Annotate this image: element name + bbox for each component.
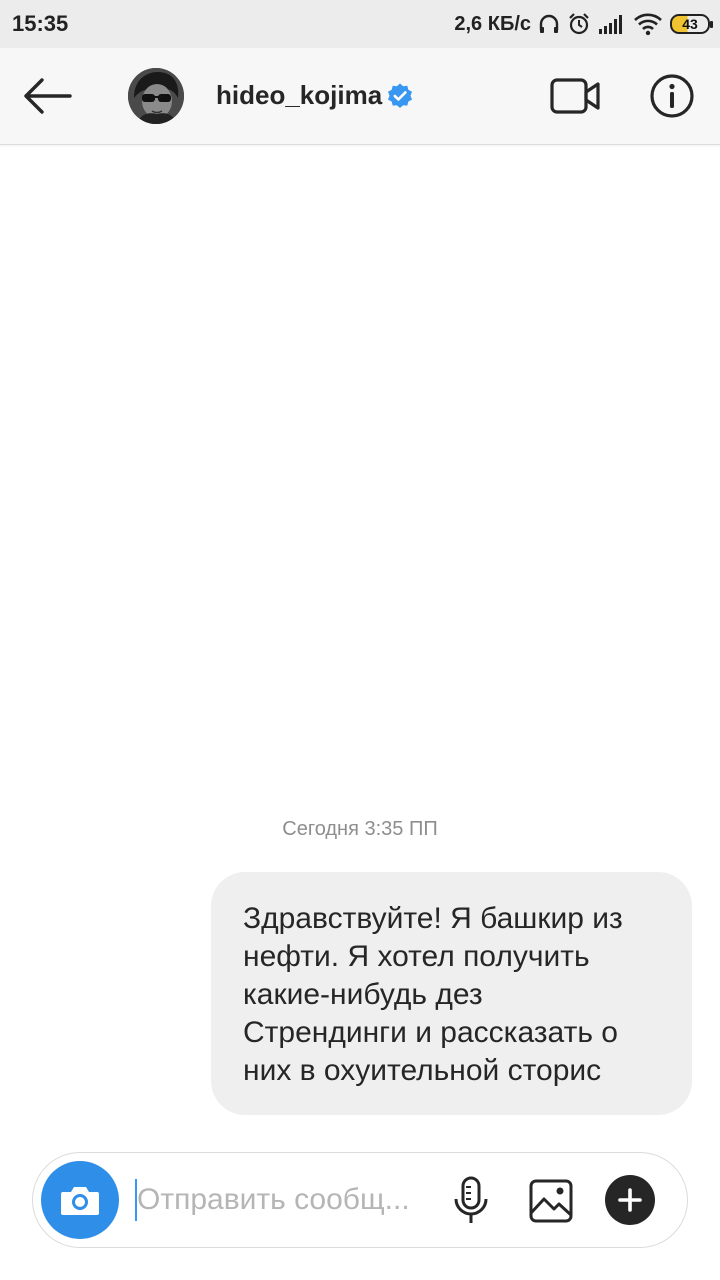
message-line: них в охуительной сторис — [243, 1054, 602, 1087]
status-icons: 2,6 КБ/с 43 — [454, 10, 713, 38]
microphone-icon — [454, 1176, 488, 1223]
avatar[interactable] — [128, 68, 184, 124]
message-line: Стрендинги и рассказать о — [243, 1016, 618, 1049]
alarm-icon — [569, 13, 589, 35]
back-button[interactable] — [18, 72, 76, 120]
gallery-icon — [529, 1179, 573, 1223]
headphones-icon — [539, 14, 559, 33]
battery-level: 43 — [682, 16, 698, 32]
camera-icon — [61, 1187, 99, 1215]
chat-header: hideo_kojima — [0, 48, 720, 145]
message-line: Здравствуйте! Я башкир из — [243, 902, 623, 935]
timestamp-label: Сегодня 3:35 ПП — [282, 818, 438, 840]
message-line: какие-нибудь дез — [243, 978, 483, 1011]
gallery-button[interactable] — [527, 1177, 575, 1225]
status-bar: 15:35 2,6 КБ/с 43 — [0, 0, 720, 48]
wifi-icon — [634, 13, 662, 36]
voice-message-button[interactable] — [449, 1175, 493, 1227]
camera-button[interactable] — [41, 1161, 119, 1239]
message-timestamp: Сегодня 3:35 ПП — [0, 818, 720, 841]
message-line: нефти. Я хотел получить — [243, 940, 590, 973]
verified-badge-icon — [388, 83, 413, 108]
back-arrow-icon — [24, 78, 72, 114]
status-time: 15:35 — [12, 11, 69, 36]
network-speed: 2,6 КБ/с — [454, 12, 531, 35]
plus-icon — [618, 1188, 642, 1212]
avatar-image — [128, 68, 184, 124]
chat-username[interactable]: hideo_kojima — [216, 80, 414, 111]
battery-icon: 43 — [670, 14, 713, 34]
message-composer — [32, 1152, 688, 1248]
more-options-button[interactable] — [605, 1175, 655, 1225]
info-button[interactable] — [648, 72, 696, 120]
message-input[interactable] — [137, 1177, 437, 1223]
signal-icon — [599, 15, 622, 34]
message-bubble[interactable]: Здравствуйте! Я башкир из нефти. Я хотел… — [211, 872, 692, 1115]
username-label: hideo_kojima — [216, 80, 383, 110]
info-icon — [650, 74, 694, 118]
video-call-button[interactable] — [548, 74, 604, 118]
video-call-icon — [550, 78, 600, 114]
